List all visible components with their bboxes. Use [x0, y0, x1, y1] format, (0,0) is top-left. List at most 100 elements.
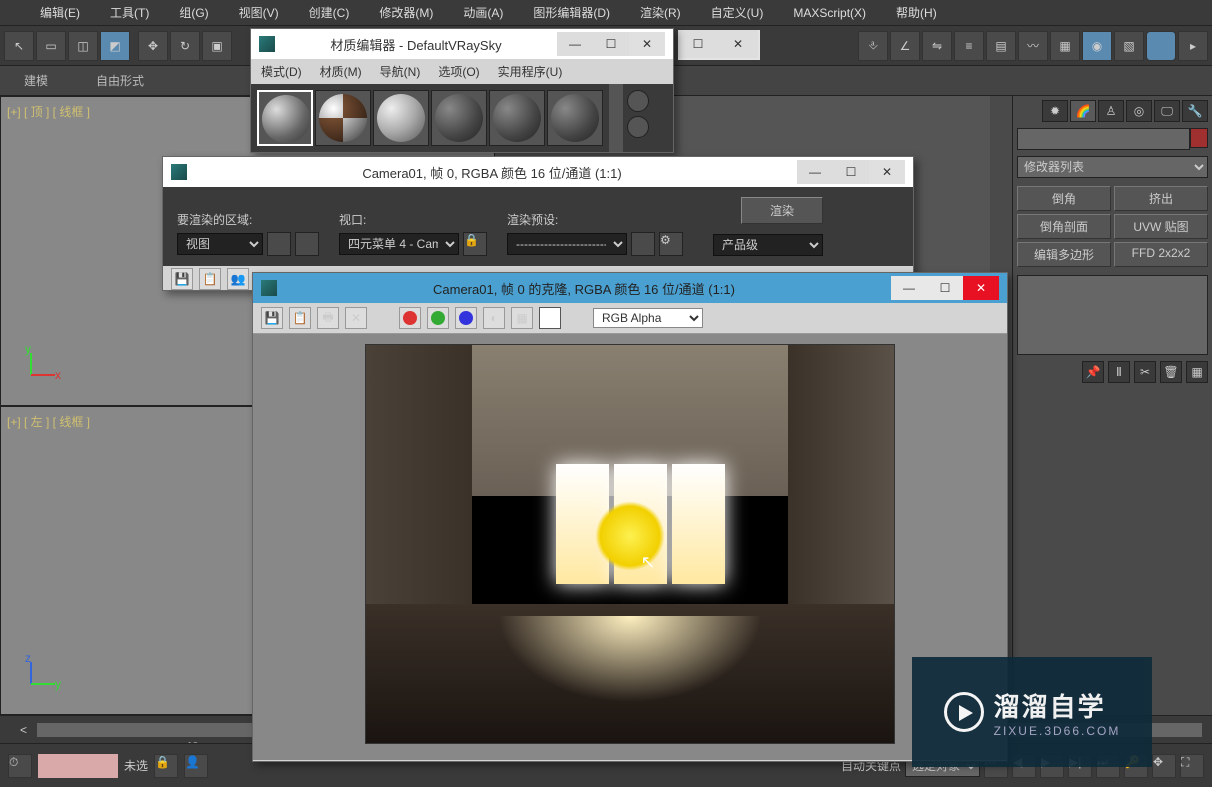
snap-toggle-icon[interactable]: ⎀	[858, 31, 888, 61]
make-unique-icon[interactable]: ✂	[1134, 361, 1156, 383]
angle-snap-icon[interactable]: ∠	[890, 31, 920, 61]
alpha-channel-icon[interactable]: ◐	[483, 307, 505, 329]
red-channel-icon[interactable]	[399, 307, 421, 329]
close-button[interactable]: ✕	[963, 276, 999, 300]
menu-views[interactable]: 视图(V)	[239, 4, 279, 21]
render-output-select[interactable]: 产品级	[713, 234, 823, 256]
mini-restore-button[interactable]: ☐	[678, 30, 718, 58]
material-scrollbar[interactable]	[609, 84, 623, 152]
isolate-icon[interactable]: 👤	[184, 754, 208, 778]
time-config-icon[interactable]: ⏱	[8, 754, 32, 778]
modifier-list-select[interactable]: 修改器列表	[1017, 156, 1208, 178]
green-channel-icon[interactable]	[427, 307, 449, 329]
copy-image-icon[interactable]: 📋	[289, 307, 311, 329]
menu-animation[interactable]: 动画(A)	[463, 4, 503, 21]
scroll-left-icon[interactable]: <	[20, 723, 27, 737]
select-crossing-icon[interactable]: ◩	[100, 31, 130, 61]
object-name-input[interactable]	[1017, 128, 1190, 150]
rendered-image[interactable]: ↖	[365, 344, 895, 744]
render-button[interactable]: 渲染	[741, 197, 823, 224]
hierarchy-tab-icon[interactable]: ♙	[1098, 100, 1124, 122]
viewport-left-label[interactable]: [+] [ 左 ] [ 线框 ]	[7, 413, 90, 430]
clear-image-icon[interactable]: ✕	[345, 307, 367, 329]
material-slot-4[interactable]	[431, 90, 487, 146]
close-button[interactable]: ✕	[629, 32, 665, 56]
align-icon[interactable]: ≡	[954, 31, 984, 61]
frame-buffer-titlebar[interactable]: Camera01, 帧 0 的克隆, RGBA 颜色 16 位/通道 (1:1)…	[253, 273, 1007, 303]
render-viewport-select[interactable]: 四元菜单 4 - Cam	[339, 233, 459, 255]
display-tab-icon[interactable]: 🖵	[1154, 100, 1180, 122]
render-teapot-icon[interactable]	[1146, 31, 1176, 61]
ffd-button[interactable]: FFD 2x2x2	[1114, 242, 1208, 267]
mat-menu-material[interactable]: 材质(M)	[320, 63, 362, 80]
ribbon-freeform-tab[interactable]: 自由形式	[82, 68, 158, 93]
show-end-result-icon[interactable]: Ⅱ	[1108, 361, 1130, 383]
blue-channel-icon[interactable]	[455, 307, 477, 329]
material-slot-1[interactable]	[257, 90, 313, 146]
menu-maxscript[interactable]: MAXScript(X)	[793, 6, 866, 20]
configure-sets-icon[interactable]: ▦	[1186, 361, 1208, 383]
select-window-icon[interactable]: ◫	[68, 31, 98, 61]
preset-settings-icon[interactable]: ⚙	[659, 232, 683, 256]
select-region-icon[interactable]: ▭	[36, 31, 66, 61]
move-icon[interactable]: ✥	[138, 31, 168, 61]
menu-customize[interactable]: 自定义(U)	[711, 4, 764, 21]
chamfer-profile-button[interactable]: 倒角剖面	[1017, 214, 1111, 239]
viewport-top-label[interactable]: [+] [ 顶 ] [ 线框 ]	[7, 103, 90, 120]
menu-group[interactable]: 组(G)	[179, 4, 208, 21]
chamfer-button[interactable]: 倒角	[1017, 186, 1111, 211]
mat-menu-navigation[interactable]: 导航(N)	[380, 63, 421, 80]
minimize-button[interactable]: —	[557, 32, 593, 56]
mono-channel-icon[interactable]: ▦	[511, 307, 533, 329]
material-editor-titlebar[interactable]: 材质编辑器 - DefaultVRaySky — ☐ ✕	[251, 29, 673, 59]
save-image-icon[interactable]: 💾	[171, 268, 193, 290]
maximize-button[interactable]: ☐	[833, 160, 869, 184]
modifier-stack[interactable]	[1017, 275, 1208, 355]
menu-modifiers[interactable]: 修改器(M)	[379, 4, 433, 21]
minimize-button[interactable]: —	[797, 160, 833, 184]
menu-edit[interactable]: 编辑(E)	[40, 4, 80, 21]
sample-type-icon[interactable]	[627, 90, 649, 112]
clone-image-icon[interactable]: 👥	[227, 268, 249, 290]
channel-display-select[interactable]: RGB Alpha	[593, 308, 703, 328]
menu-create[interactable]: 创建(C)	[309, 4, 350, 21]
mirror-icon[interactable]: ⇋	[922, 31, 952, 61]
layers-icon[interactable]: ▤	[986, 31, 1016, 61]
render-last-icon[interactable]: ▸	[1178, 31, 1208, 61]
material-slot-5[interactable]	[489, 90, 545, 146]
ribbon-modeling-tab[interactable]: 建模	[10, 68, 62, 93]
region-edit-icon[interactable]	[267, 232, 291, 256]
lock-selection-icon[interactable]: 🔒	[154, 754, 178, 778]
pin-stack-icon[interactable]: 📌	[1082, 361, 1104, 383]
mat-menu-mode[interactable]: 模式(D)	[261, 63, 302, 80]
object-color-swatch[interactable]	[1190, 128, 1208, 148]
menu-graph-editors[interactable]: 图形编辑器(D)	[533, 4, 610, 21]
backlight-icon[interactable]	[627, 116, 649, 138]
material-slot-2[interactable]	[315, 90, 371, 146]
lock-viewport-icon[interactable]: 🔒	[463, 232, 487, 256]
mat-menu-utilities[interactable]: 实用程序(U)	[498, 63, 563, 80]
render-frame-titlebar[interactable]: Camera01, 帧 0, RGBA 颜色 16 位/通道 (1:1) — ☐…	[163, 157, 913, 187]
close-button[interactable]: ✕	[869, 160, 905, 184]
menu-help[interactable]: 帮助(H)	[896, 4, 937, 21]
save-image-icon[interactable]: 💾	[261, 307, 283, 329]
material-editor-icon[interactable]: ◉	[1082, 31, 1112, 61]
copy-image-icon[interactable]: 📋	[199, 268, 221, 290]
preset-save-icon[interactable]	[631, 232, 655, 256]
render-preset-select[interactable]: -------------------------	[507, 233, 627, 255]
material-slot-6[interactable]	[547, 90, 603, 146]
select-object-icon[interactable]: ↖	[4, 31, 34, 61]
edit-poly-button[interactable]: 编辑多边形	[1017, 242, 1111, 267]
zoom-extents-icon[interactable]: ⛶	[1180, 754, 1204, 778]
menu-rendering[interactable]: 渲染(R)	[640, 4, 681, 21]
minimize-button[interactable]: —	[891, 276, 927, 300]
maximize-button[interactable]: ☐	[927, 276, 963, 300]
maximize-button[interactable]: ☐	[593, 32, 629, 56]
remove-modifier-icon[interactable]: 🗑	[1160, 361, 1182, 383]
create-tab-icon[interactable]: ✹	[1042, 100, 1068, 122]
print-image-icon[interactable]: 🖶	[317, 307, 339, 329]
scale-icon[interactable]: ▣	[202, 31, 232, 61]
curve-editor-icon[interactable]: 〰	[1018, 31, 1048, 61]
area-to-render-select[interactable]: 视图	[177, 233, 263, 255]
mini-close-button[interactable]: ✕	[718, 30, 758, 58]
